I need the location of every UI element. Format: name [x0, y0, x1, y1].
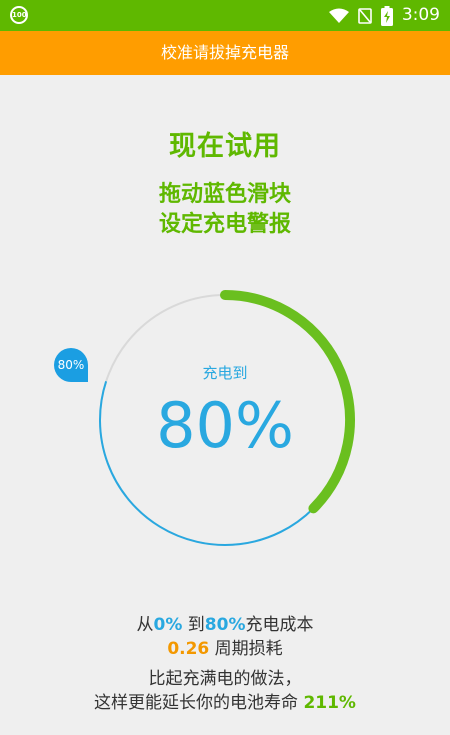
summary-line-1: 从0% 到80%充电成本 — [0, 610, 450, 635]
battery-charging-icon — [380, 5, 393, 26]
headline: 现在试用 — [169, 131, 281, 162]
wifi-icon — [328, 8, 349, 23]
summary-prefix: 从 — [136, 615, 154, 635]
no-signal-icon — [358, 7, 372, 24]
instruction-line-1: 拖动蓝色滑块 — [158, 182, 291, 207]
summary-to-word: 到 — [182, 615, 205, 635]
summary-line-3: 比起充满电的做法， — [148, 669, 302, 689]
clock: 3:09 — [401, 5, 440, 25]
summary-to-value: 80% — [204, 615, 246, 635]
summary-from-value: 0% — [153, 615, 183, 635]
cycle-loss-text: 周期损耗 — [209, 639, 283, 659]
summary-line-4: 这样更能延长你的电池寿命 211% — [0, 688, 450, 713]
extend-life-text: 这样更能延长你的电池寿命 — [94, 693, 304, 713]
status-bar: 100 3:09 — [0, 0, 450, 31]
cycle-loss-value: 0.26 — [167, 639, 210, 659]
status-icons: 3:09 — [328, 0, 440, 31]
notification-badge-icon: 100 — [10, 6, 28, 24]
summary-cost-text: 充电成本 — [245, 615, 314, 635]
instruction-line-2: 设定充电警报 — [158, 212, 291, 237]
dial-value: 80% — [156, 389, 294, 462]
summary-line-2: 0.26 周期损耗 — [0, 634, 450, 659]
dial-label: 充电到 — [202, 364, 248, 382]
title-bar: 校准请拔掉充电器 — [0, 31, 450, 75]
extend-life-value: 211% — [303, 693, 356, 713]
